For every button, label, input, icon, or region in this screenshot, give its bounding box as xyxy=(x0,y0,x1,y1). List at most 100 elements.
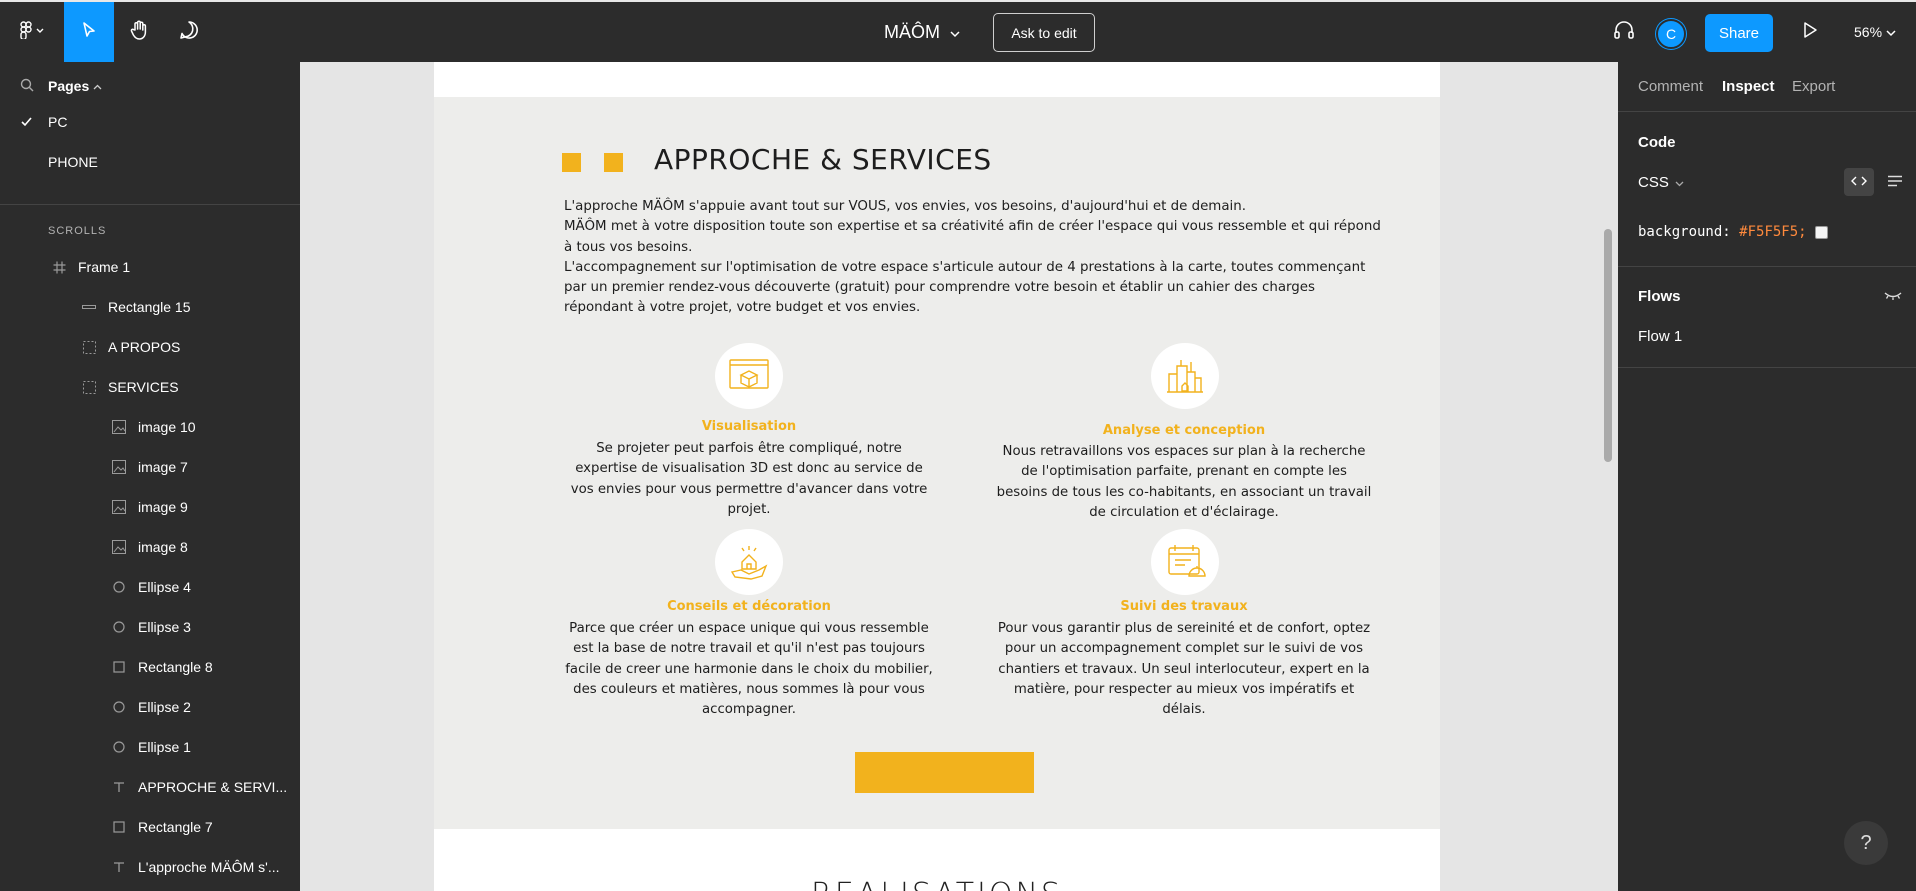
layer-label: image 8 xyxy=(138,539,188,555)
hand-tool-button[interactable] xyxy=(114,2,164,62)
panel-divider xyxy=(1618,367,1916,368)
layer-row[interactable]: Ellipse 2 xyxy=(0,687,300,727)
figma-logo-icon xyxy=(19,20,45,44)
layer-label: Ellipse 3 xyxy=(138,619,191,635)
image-icon xyxy=(112,420,126,434)
flows-title: Flows xyxy=(1638,288,1681,305)
page-item-phone[interactable]: PHONE xyxy=(0,142,300,182)
hide-flows-button[interactable] xyxy=(1882,286,1904,306)
ellipse-icon xyxy=(112,700,126,714)
css-property: background: xyxy=(1638,224,1731,240)
intro-paragraph: MÄÔM met à votre disposition toute son e… xyxy=(564,219,1381,255)
service-description: Pour vous garantir plus de sereinité et … xyxy=(997,621,1371,718)
layer-row[interactable]: SERVICES xyxy=(0,367,300,407)
layer-row[interactable]: Ellipse 1 xyxy=(0,727,300,767)
service-description: Parce que créer un espace unique qui vou… xyxy=(565,621,933,718)
help-button[interactable]: ? xyxy=(1844,821,1888,865)
color-swatch xyxy=(1814,225,1828,239)
pages-toggle[interactable]: Pages xyxy=(48,78,102,94)
services-section: APPROCHE & SERVICES L'approche MÄÔM s'ap… xyxy=(434,97,1440,829)
accent-square xyxy=(562,153,581,172)
code-view-button[interactable] xyxy=(1844,168,1874,196)
layer-row[interactable]: Ellipse 3 xyxy=(0,607,300,647)
zoom-menu[interactable]: 56% xyxy=(1854,2,1896,62)
layer-row[interactable]: image 8 xyxy=(0,527,300,567)
file-title-menu[interactable]: MÄÔM xyxy=(884,2,960,62)
audio-chat-button[interactable] xyxy=(1604,2,1644,62)
tab-export[interactable]: Export xyxy=(1792,78,1835,95)
section-icon xyxy=(82,340,96,354)
layer-label: APPROCHE & SERVI... xyxy=(138,779,288,795)
page-label: PC xyxy=(48,114,68,130)
service-title: Suivi des travaux xyxy=(1120,599,1248,614)
layer-row[interactable]: image 7 xyxy=(0,447,300,487)
image-icon xyxy=(112,500,126,514)
code-section-title: Code xyxy=(1638,134,1676,151)
list-icon xyxy=(1887,174,1903,190)
analysis-icon xyxy=(1151,343,1219,409)
layers-panel: Pages PC PHONE SCROLLS Frame 1 Rectangle… xyxy=(0,62,300,891)
tab-inspect[interactable]: Inspect xyxy=(1722,78,1775,95)
image-icon xyxy=(112,540,126,554)
search-icon[interactable] xyxy=(20,78,34,95)
chevron-down-icon xyxy=(950,22,960,43)
chevron-up-icon xyxy=(93,78,102,94)
layer-label: A PROPOS xyxy=(108,339,181,355)
comment-tool-button[interactable] xyxy=(164,2,214,62)
file-title: MÄÔM xyxy=(884,21,940,42)
move-tool-button[interactable] xyxy=(64,2,114,62)
user-avatar[interactable]: C xyxy=(1656,19,1686,49)
panel-divider xyxy=(0,204,300,205)
layer-label: Rectangle 7 xyxy=(138,819,213,835)
ellipse-icon xyxy=(112,580,126,594)
service-title: Analyse et conception xyxy=(1102,423,1266,438)
list-view-button[interactable] xyxy=(1882,168,1908,196)
frame-header-area xyxy=(434,62,1440,97)
play-icon xyxy=(1802,21,1818,44)
intro-paragraph: L'accompagnement sur l'optimisation de v… xyxy=(564,259,1366,316)
figma-menu-button[interactable] xyxy=(10,2,54,62)
layer-row[interactable]: L'approche MÄÔM s'... xyxy=(0,847,300,887)
layer-row[interactable]: image 10 xyxy=(0,407,300,447)
layer-row[interactable]: Frame 1 xyxy=(0,247,300,287)
layer-row[interactable]: Rectangle 8 xyxy=(0,647,300,687)
share-button[interactable]: Share xyxy=(1705,14,1773,52)
layer-label: L'approche MÄÔM s'... xyxy=(138,859,280,875)
cta-rectangle xyxy=(855,752,1034,793)
layers-section-title: SCROLLS xyxy=(48,225,107,237)
accent-square xyxy=(604,153,623,172)
code-language-select[interactable]: CSS xyxy=(1638,174,1684,191)
eye-closed-icon xyxy=(1884,288,1902,304)
chevron-down-icon xyxy=(1886,24,1896,40)
design-canvas[interactable]: APPROCHE & SERVICES L'approche MÄÔM s'ap… xyxy=(300,62,1618,891)
text-icon xyxy=(112,780,126,794)
layer-row[interactable]: APPROCHE & SERVI... xyxy=(0,767,300,807)
flow-item[interactable]: Flow 1 xyxy=(1638,328,1682,345)
page-item-pc[interactable]: PC xyxy=(0,102,300,142)
intro-paragraph: L'approche MÄÔM s'appuie avant tout sur … xyxy=(564,199,1247,214)
image-icon xyxy=(112,460,126,474)
canvas-scrollbar[interactable] xyxy=(1604,229,1612,462)
headphones-icon xyxy=(1612,19,1636,46)
layer-label: Ellipse 4 xyxy=(138,579,191,595)
layer-row[interactable]: image 9 xyxy=(0,487,300,527)
text-icon xyxy=(112,860,126,874)
layer-label: image 7 xyxy=(138,459,188,475)
css-property-line[interactable]: background: #F5F5F5; xyxy=(1638,224,1828,240)
intro-text: L'approche MÄÔM s'appuie avant tout sur … xyxy=(564,197,1384,319)
service-title: Visualisation xyxy=(701,419,797,434)
pages-label: Pages xyxy=(48,78,90,94)
layer-row[interactable]: Rectangle 7 xyxy=(0,807,300,847)
tab-comment[interactable]: Comment xyxy=(1638,78,1703,95)
service-description: Se projeter peut parfois être compliqué,… xyxy=(570,441,928,517)
ask-to-edit-button[interactable]: Ask to edit xyxy=(993,13,1095,52)
section-title: APPROCHE & SERVICES xyxy=(654,143,992,176)
checkmark-icon xyxy=(20,115,33,131)
layer-row[interactable]: A PROPOS xyxy=(0,327,300,367)
frame-icon xyxy=(52,260,66,274)
present-button[interactable] xyxy=(1790,2,1830,62)
layer-row[interactable]: Ellipse 4 xyxy=(0,567,300,607)
line-icon xyxy=(82,300,96,314)
layer-row[interactable]: Rectangle 15 xyxy=(0,287,300,327)
rectangle-icon xyxy=(112,820,126,834)
